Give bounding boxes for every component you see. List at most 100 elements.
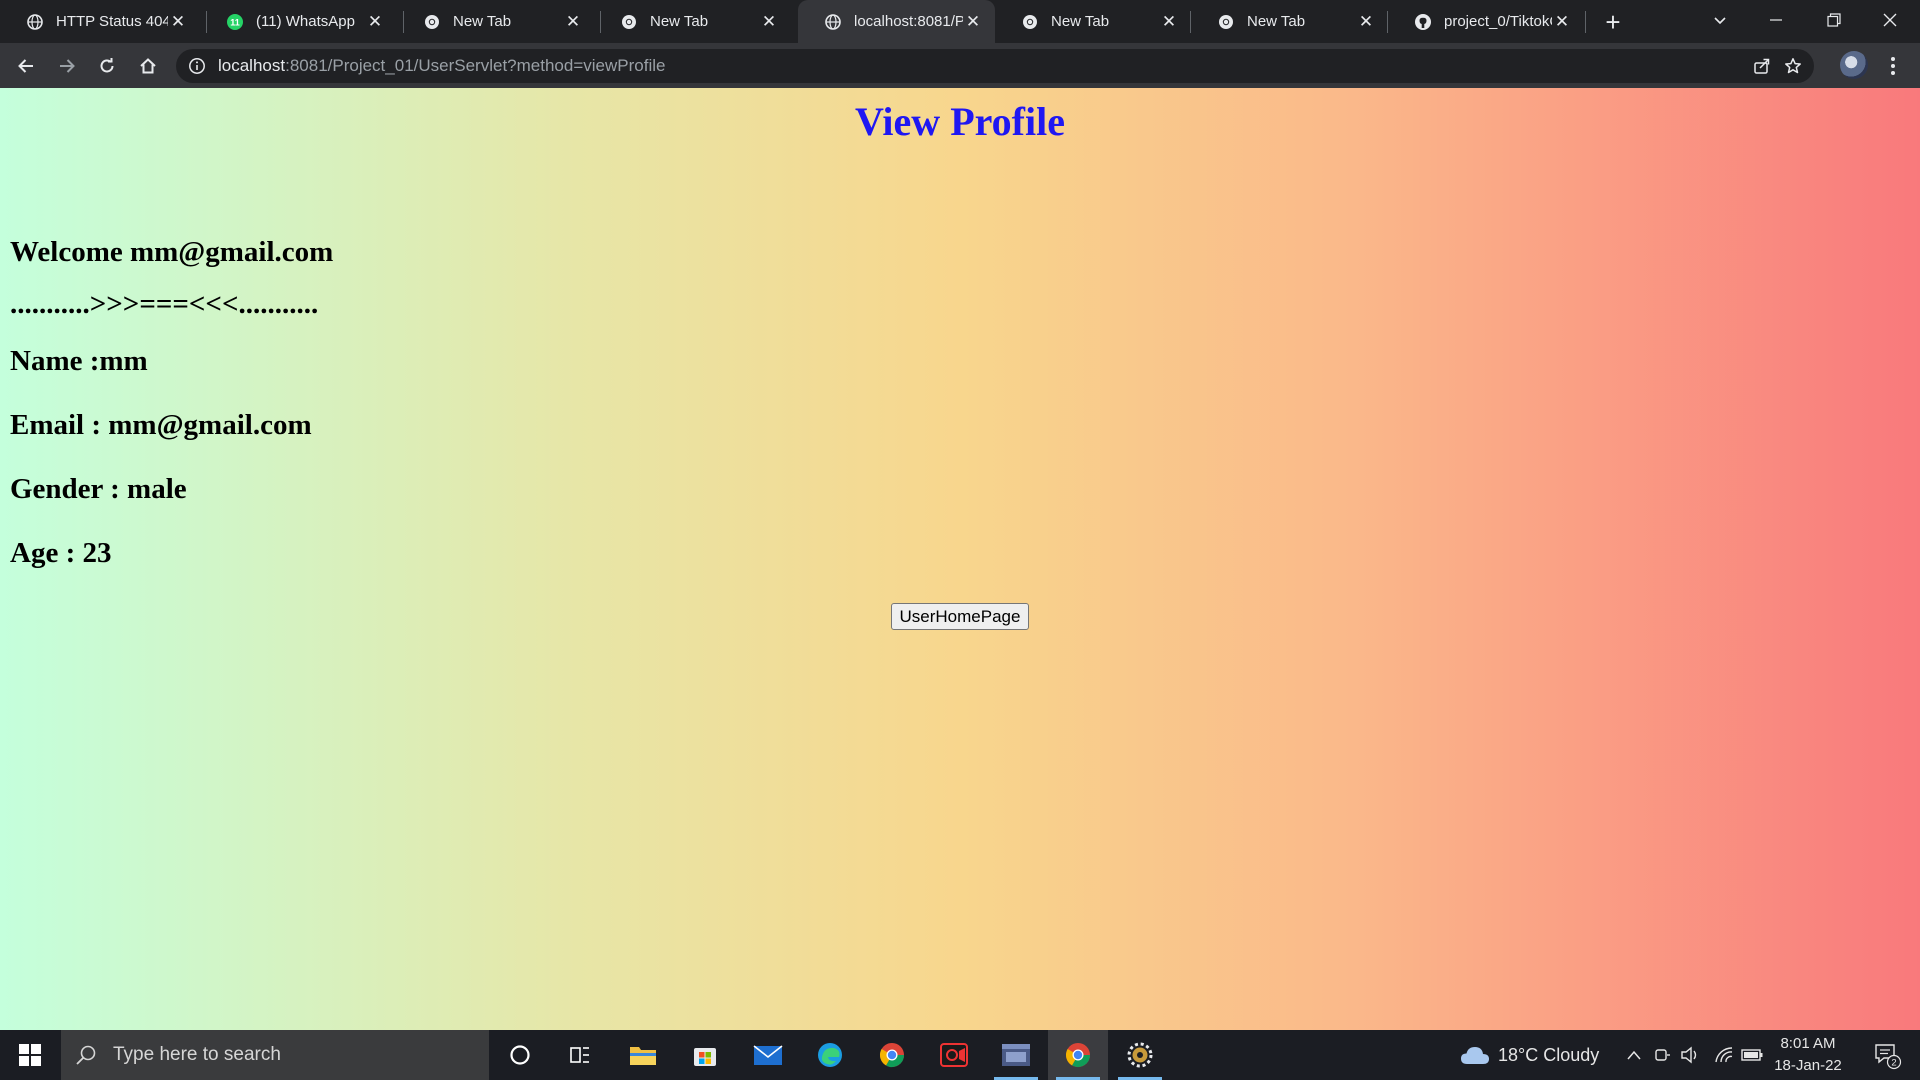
profile-email: Email : mm@gmail.com xyxy=(10,409,312,441)
chrome-icon xyxy=(1021,13,1039,31)
tab-github-project[interactable]: project_0/TiktokC ✕ xyxy=(1388,0,1584,43)
chevron-down-icon xyxy=(1714,17,1726,25)
restore-button[interactable] xyxy=(1806,0,1862,40)
profile-avatar[interactable] xyxy=(1840,51,1868,79)
info-icon xyxy=(189,58,205,74)
minimize-icon xyxy=(1770,19,1782,21)
clock-date: 18-Jan-22 xyxy=(1774,1057,1842,1074)
home-button[interactable] xyxy=(132,50,164,82)
share-icon[interactable] xyxy=(1752,56,1772,76)
tab-new-tab[interactable]: New Tab ✕ xyxy=(594,0,791,43)
close-icon[interactable]: ✕ xyxy=(1356,12,1376,32)
tab-whatsapp[interactable]: 11 (11) WhatsApp ✕ xyxy=(200,0,397,43)
tab-new-tab[interactable]: New Tab ✕ xyxy=(995,0,1191,43)
back-button[interactable] xyxy=(10,50,42,82)
github-icon xyxy=(1414,13,1432,31)
settings-gear-icon[interactable] xyxy=(1110,1030,1170,1080)
cortana-icon[interactable] xyxy=(490,1030,550,1080)
forward-button[interactable] xyxy=(51,50,83,82)
battery-icon[interactable] xyxy=(1740,1030,1764,1080)
close-icon[interactable]: ✕ xyxy=(1552,12,1572,32)
reload-icon xyxy=(100,58,114,73)
url-host: localhost xyxy=(218,56,286,75)
tab-title: New Tab xyxy=(1247,13,1306,30)
tab-strip: HTTP Status 404 – ✕ 11 (11) WhatsApp ✕ N… xyxy=(0,0,1920,43)
notification-count: 2 xyxy=(1891,1058,1896,1069)
mail-icon[interactable] xyxy=(738,1030,798,1080)
file-explorer-icon[interactable] xyxy=(613,1030,673,1080)
windows-logo-icon xyxy=(19,1044,41,1066)
app-window-icon[interactable] xyxy=(986,1030,1046,1080)
edge-icon[interactable] xyxy=(800,1030,860,1080)
reload-button[interactable] xyxy=(91,50,123,82)
tab-search-button[interactable] xyxy=(1692,0,1748,40)
close-icon[interactable]: ✕ xyxy=(168,12,188,32)
wifi-icon[interactable] xyxy=(1712,1030,1736,1080)
close-icon[interactable]: ✕ xyxy=(759,12,779,32)
profile-age: Age : 23 xyxy=(10,537,112,569)
close-icon[interactable]: ✕ xyxy=(1159,12,1179,32)
tab-title: (11) WhatsApp xyxy=(256,13,355,30)
notification-icon: 2 xyxy=(1875,1044,1902,1070)
whatsapp-icon: 11 xyxy=(226,13,244,31)
start-button[interactable] xyxy=(0,1030,60,1080)
restore-icon xyxy=(1827,13,1841,27)
tab-localhost-active[interactable]: localhost:8081/Pr ✕ xyxy=(798,0,995,43)
close-icon[interactable]: ✕ xyxy=(963,12,983,32)
show-hidden-icons-button[interactable] xyxy=(1622,1030,1646,1080)
close-icon[interactable]: ✕ xyxy=(563,12,583,32)
volume-icon[interactable] xyxy=(1678,1030,1702,1080)
welcome-text: Welcome mm@gmail.com xyxy=(10,236,334,268)
url-text: localhost:8081/Project_01/UserServlet?me… xyxy=(218,49,665,83)
store-icon[interactable] xyxy=(675,1030,735,1080)
close-icon[interactable]: ✕ xyxy=(365,12,385,32)
chrome-icon xyxy=(1217,13,1235,31)
chrome-icon xyxy=(620,13,638,31)
clock-time: 8:01 AM xyxy=(1780,1035,1836,1052)
tab-title: New Tab xyxy=(1051,13,1110,30)
weather-widget[interactable]: 18°C Cloudy xyxy=(1460,1030,1599,1080)
notification-center-button[interactable]: 2 xyxy=(1862,1030,1912,1080)
address-bar[interactable]: localhost:8081/Project_01/UserServlet?me… xyxy=(176,49,1814,83)
tab-title: project_0/TiktokC xyxy=(1444,13,1552,30)
user-home-page-button[interactable]: UserHomePage xyxy=(891,603,1029,630)
back-arrow-icon xyxy=(18,59,33,73)
globe-icon xyxy=(26,13,44,31)
more-vert-icon xyxy=(1891,57,1895,75)
minimize-button[interactable] xyxy=(1748,0,1804,40)
cloud-icon xyxy=(1461,1047,1489,1064)
close-window-button[interactable] xyxy=(1862,0,1918,40)
search-placeholder: Type here to search xyxy=(113,1044,281,1065)
tab-title: localhost:8081/Pr xyxy=(854,13,963,30)
task-view-icon[interactable] xyxy=(550,1030,610,1080)
system-clock[interactable]: 8:01 AM 18-Jan-22 xyxy=(1770,1030,1846,1080)
star-icon[interactable] xyxy=(1783,56,1803,76)
tab-title: HTTP Status 404 – xyxy=(56,13,168,30)
home-icon xyxy=(140,58,156,74)
tab-separator xyxy=(1585,11,1586,33)
profile-name: Name :mm xyxy=(10,345,148,377)
forward-arrow-icon xyxy=(60,59,75,73)
page-title: View Profile xyxy=(855,99,1065,144)
browser-toolbar: localhost:8081/Project_01/UserServlet?me… xyxy=(0,43,1920,88)
windows-taskbar: Type here to search 18°C Cloudy 8:01 AM … xyxy=(0,1030,1920,1080)
url-path: :8081/Project_01/UserServlet?method=view… xyxy=(285,56,666,75)
weather-text: 18°C Cloudy xyxy=(1498,1044,1600,1065)
new-tab-button[interactable]: + xyxy=(1599,7,1627,37)
profile-gender: Gender : male xyxy=(10,473,187,505)
tab-title: New Tab xyxy=(453,13,512,30)
chrome-icon[interactable] xyxy=(862,1030,922,1080)
meet-now-icon[interactable] xyxy=(1650,1030,1674,1080)
globe-icon xyxy=(824,13,842,31)
taskbar-search-box[interactable]: Type here to search xyxy=(61,1030,489,1080)
search-icon xyxy=(76,1045,96,1065)
tab-new-tab[interactable]: New Tab ✕ xyxy=(1191,0,1388,43)
chrome-icon xyxy=(423,13,441,31)
recorder-icon[interactable] xyxy=(924,1030,984,1080)
browser-menu-button[interactable] xyxy=(1880,50,1906,82)
tab-http-404[interactable]: HTTP Status 404 – ✕ xyxy=(0,0,200,43)
chrome-active-icon[interactable] xyxy=(1048,1030,1108,1080)
chevron-up-icon xyxy=(1627,1050,1641,1060)
tab-new-tab[interactable]: New Tab ✕ xyxy=(397,0,595,43)
page-viewport: View Profile Welcome mm@gmail.com ......… xyxy=(0,88,1920,1030)
